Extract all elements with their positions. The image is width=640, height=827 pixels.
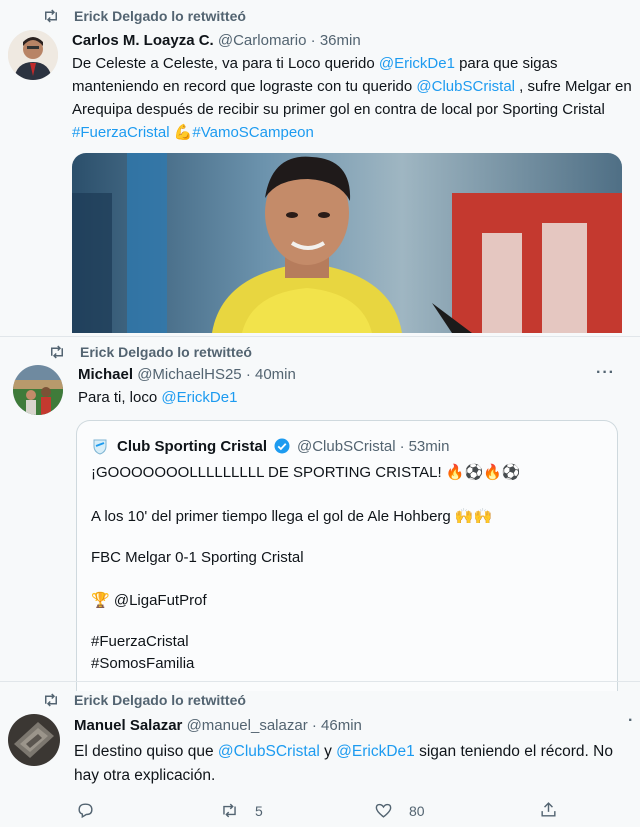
avatar[interactable] [8, 30, 58, 80]
handle[interactable]: @manuel_salazar [187, 717, 308, 734]
display-name[interactable]: Manuel Salazar [74, 717, 182, 734]
tweet-text: De Celeste a Celeste, va para ti Loco qu… [72, 55, 632, 141]
hashtag-link[interactable]: #VamoSCampeon [192, 124, 313, 141]
tweet-header: Michael @MichaelHS25 · 40min [78, 366, 296, 383]
heart-icon [375, 803, 392, 818]
quoted-tweet[interactable]: Club Sporting Cristal @ClubSCristal · 53… [76, 420, 618, 691]
quoted-text-line: ¡GOOOOOOOLLLLLLLLL DE SPORTING CRISTAL! … [91, 464, 521, 481]
retweet-indicator: Erick Delgado lo retwitteó [48, 343, 252, 361]
quoted-tweet-header: Club Sporting Cristal @ClubSCristal · 53… [91, 437, 449, 455]
quoted-hashtag[interactable]: #SomosFamilia [91, 655, 194, 672]
retweet-indicator: Erick Delgado lo retwitteó [42, 7, 246, 25]
quoted-text-line: 🏆 @LigaFutProf [91, 592, 207, 609]
like-button[interactable]: 80 [374, 801, 425, 820]
retweet-icon [51, 345, 63, 359]
mention-link[interactable]: @ErickDe1 [161, 389, 237, 406]
quoted-text-line: A los 10' del primer tiempo llega el gol… [91, 508, 493, 525]
mention-link[interactable]: @ErickDe1 [336, 743, 415, 760]
display-name[interactable]: Michael [78, 366, 133, 383]
like-count: 80 [409, 802, 425, 819]
quoted-handle[interactable]: @ClubSCristal [297, 438, 396, 455]
handle[interactable]: @Carlomario [218, 32, 307, 49]
flexed-biceps-emoji: 💪 [173, 124, 193, 141]
timestamp[interactable]: 46min [321, 717, 362, 734]
timestamp[interactable]: 40min [255, 366, 296, 383]
retweet-icon [223, 803, 236, 818]
mention-link[interactable]: @ErickDe1 [379, 55, 455, 72]
tweet-header: Carlos M. Loayza C. @Carlomario · 36min [72, 32, 361, 49]
reply-button[interactable] [76, 801, 95, 820]
quoted-hashtag[interactable]: #FuerzaCristal [91, 633, 189, 650]
club-logo-icon [93, 439, 107, 455]
tweet-media-image[interactable] [72, 153, 622, 333]
quoted-timestamp[interactable]: 53min [409, 438, 450, 455]
verified-badge-icon [274, 438, 290, 454]
hashtag-link[interactable]: #FuerzaCristal [72, 124, 170, 141]
retweet-icon [45, 693, 57, 707]
tweet-text: Para ti, loco @ErickDe1 [78, 389, 238, 406]
tweet-actions: 5 80 [0, 798, 640, 824]
more-options-icon[interactable]: ··· [596, 364, 615, 382]
display-name[interactable]: Carlos M. Loayza C. [72, 32, 214, 49]
reply-icon [78, 803, 93, 819]
retweet-label[interactable]: Erick Delgado lo retwitteó [74, 692, 246, 708]
mention-link[interactable]: @ClubSCristal [416, 78, 515, 95]
mention-link[interactable]: @ClubSCristal [218, 743, 320, 760]
share-icon [541, 802, 556, 817]
retweet-label[interactable]: Erick Delgado lo retwitteó [74, 8, 246, 24]
retweet-indicator: Erick Delgado lo retwitteó [42, 691, 246, 709]
quoted-display-name[interactable]: Club Sporting Cristal [117, 438, 267, 455]
avatar[interactable] [13, 365, 63, 415]
avatar[interactable] [8, 714, 60, 766]
quoted-text-line: FBC Melgar 0-1 Sporting Cristal [91, 549, 304, 566]
handle[interactable]: @MichaelHS25 [137, 366, 241, 383]
more-options-icon[interactable]: · [628, 712, 634, 730]
retweet-button[interactable]: 5 [220, 801, 263, 820]
tweet-header: Manuel Salazar @manuel_salazar · 46min [74, 717, 362, 734]
retweet-label[interactable]: Erick Delgado lo retwitteó [80, 344, 252, 360]
timestamp[interactable]: 36min [320, 32, 361, 49]
tweet-text: El destino quiso que @ClubSCristal y @Er… [74, 743, 613, 784]
retweet-count: 5 [255, 802, 263, 819]
share-button[interactable] [539, 800, 558, 819]
retweet-icon [45, 9, 57, 23]
